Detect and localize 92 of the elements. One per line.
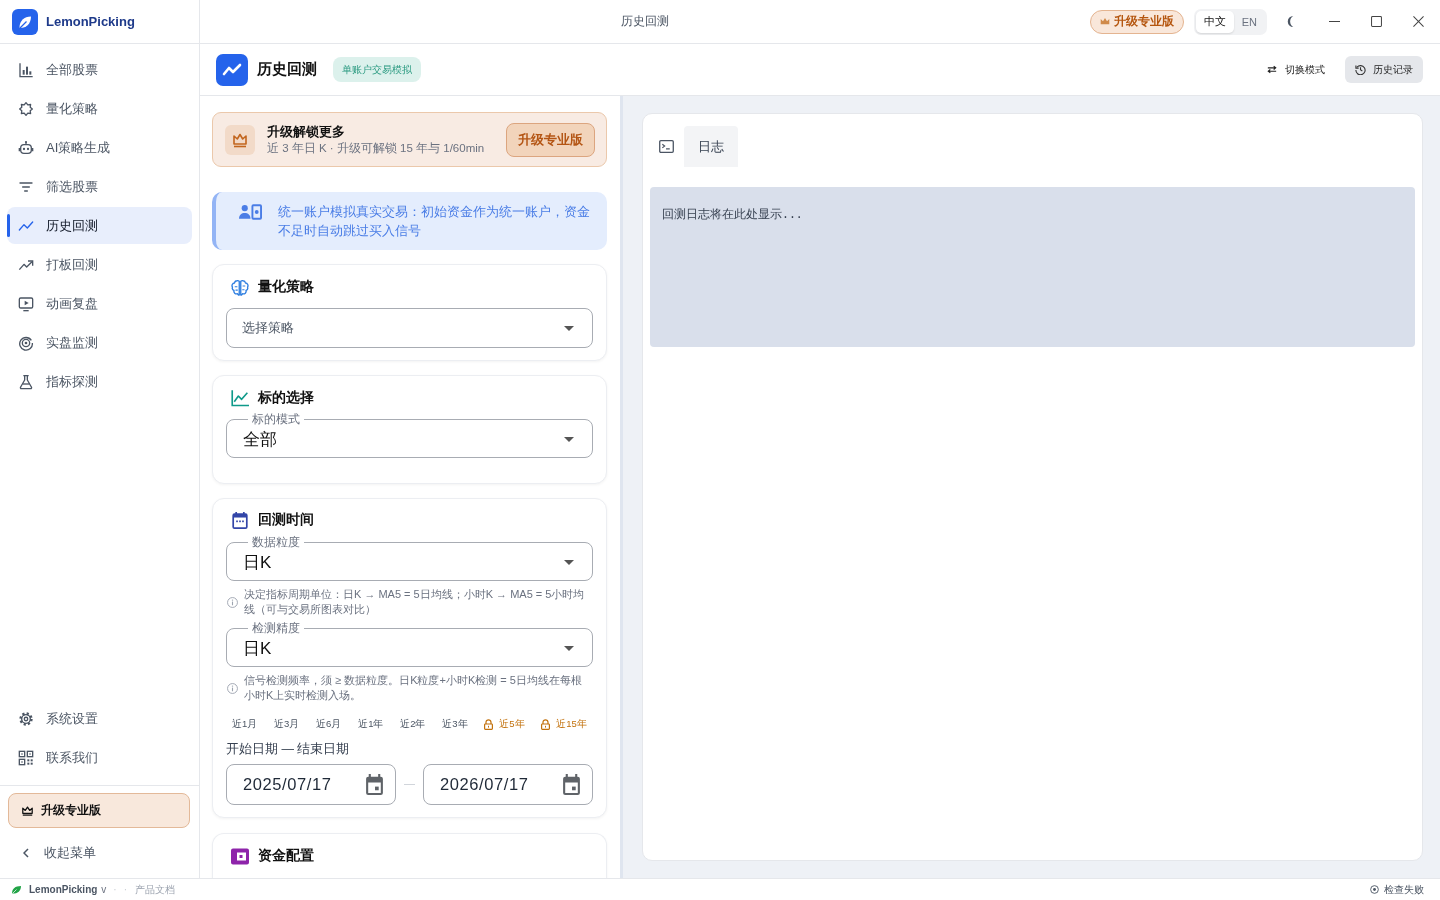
range-chip[interactable]: 近15年 [535, 716, 593, 732]
card-title: 资金配置 [258, 847, 314, 865]
mode-badge: 单账户交易模拟 [333, 57, 421, 82]
range-chip[interactable]: 近1月 [226, 716, 264, 732]
caret-icon [564, 646, 574, 651]
nav-item[interactable]: 筛选股票 [7, 168, 192, 205]
qr-code-icon [18, 749, 34, 766]
lock-icon [541, 718, 551, 730]
target-icon [18, 334, 34, 351]
leaf-icon [12, 8, 38, 35]
field-label: 检测精度 [251, 621, 301, 635]
card-title: 回测时间 [258, 511, 314, 529]
play-screen-icon [18, 295, 34, 312]
range-chip[interactable]: 近6月 [310, 716, 348, 732]
star-badge-icon [18, 100, 34, 117]
crown-icon [1099, 17, 1110, 26]
switch-mode-button[interactable]: 切换模式 [1267, 62, 1325, 77]
swap-icon [1267, 65, 1277, 74]
card-title: 量化策略 [258, 278, 314, 296]
nav-item[interactable]: 打板回测 [7, 246, 192, 283]
chevron-left-icon [23, 847, 29, 858]
date-range-label: 开始日期 — 结束日期 [226, 742, 351, 756]
nav-item[interactable]: 量化策略 [7, 90, 192, 127]
robot-icon [18, 139, 34, 156]
info-icon [227, 682, 238, 694]
separator-dot: · [123, 884, 128, 895]
range-chip[interactable]: 近5年 [478, 716, 531, 732]
field-label: 数据粒度 [251, 535, 301, 549]
language-option[interactable]: 中文 [1195, 10, 1234, 33]
terminal-icon [659, 140, 674, 153]
calendar-icon [231, 511, 249, 529]
upgrade-title: 升级解锁更多 [267, 123, 345, 140]
target-mode-select[interactable]: 标的模式 全部 [226, 412, 593, 458]
range-chip[interactable]: 近3年 [436, 716, 474, 732]
contact-card-icon [239, 204, 262, 220]
nav-item[interactable]: 联系我们 [7, 739, 192, 776]
history-icon [1355, 64, 1366, 75]
period-select[interactable]: 检测精度 日K [226, 621, 593, 667]
app-name: LemonPicking [29, 884, 98, 895]
caret-icon [564, 325, 574, 331]
start-date-field[interactable]: 2025/07/17 [226, 764, 396, 805]
info-icon [227, 596, 238, 608]
lock-icon [484, 718, 494, 730]
calendar-icon [365, 774, 384, 795]
brand-name: LemonPicking [46, 14, 135, 29]
flask-icon [18, 373, 34, 390]
range-chip[interactable]: 近2年 [394, 716, 432, 732]
leaf-icon [11, 885, 22, 894]
separator-dot: · [113, 884, 117, 895]
hint-text: 决定指标周期单位：日K → MA5 = 5日均线；小时K → MA5 = 5小时均线（可与交易所图表对比） [244, 587, 586, 617]
wallet-icon [231, 847, 249, 865]
brain-icon [231, 278, 249, 296]
window-title: 历史回测 [620, 13, 669, 30]
upgrade-subtitle: 近 3 年日 K · 升级可解锁 15 年与 1/60min [267, 141, 485, 156]
caret-icon [564, 560, 574, 565]
language-option[interactable]: EN [1233, 10, 1265, 33]
upgrade-button[interactable]: 升级专业版 [506, 122, 595, 157]
hint-text: 信号检测频率，须 ≥ 数据粒度。日K粒度+小时K检测 = 5日均线在每根小时K上实时检测入场。 [244, 673, 583, 703]
history-button[interactable]: 历史记录 [1345, 56, 1423, 83]
collapse-button[interactable]: 收起菜单 [7, 834, 192, 871]
log-tab[interactable]: 日志 [684, 126, 738, 167]
field-label: 标的模式 [251, 412, 301, 426]
end-date-field[interactable]: 2026/07/17 [423, 764, 593, 805]
upgrade-button[interactable]: 升级专业版 [8, 793, 190, 828]
upgrade-button[interactable]: 升级专业版 [1089, 9, 1184, 34]
nav-item[interactable]: 动画复盘 [7, 285, 192, 322]
crown-icon [22, 805, 33, 816]
nav-item[interactable]: 实盘监测 [7, 324, 192, 361]
settings-icon [18, 710, 34, 727]
notice-text: 统一账户模拟真实交易：初始资金作为统一账户，资金不足时自动跳过买入信号 [278, 203, 591, 240]
circle-dot-icon [1370, 885, 1379, 894]
nav-item[interactable]: 系统设置 [7, 700, 192, 737]
range-chip[interactable]: 近1年 [352, 716, 390, 732]
nav-item[interactable]: 全部股票 [7, 51, 192, 88]
crown-icon [225, 124, 255, 155]
nav-item[interactable]: AI策略生成 [7, 129, 192, 166]
log-output-field: 回测日志将在此处显示... [650, 187, 1415, 347]
range-chip[interactable]: 近3月 [268, 716, 306, 732]
card-title: 标的选择 [258, 389, 314, 407]
caret-icon [564, 437, 574, 442]
page-title: 历史回测 [257, 60, 317, 79]
bar-chart-icon [18, 61, 34, 78]
close-icon [1412, 16, 1424, 27]
maximize-icon [1370, 16, 1382, 27]
period-select[interactable]: 数据粒度 日K [226, 535, 593, 581]
calendar-icon [562, 774, 581, 795]
version-text: v [101, 884, 107, 895]
nav-item[interactable]: 历史回测 [7, 207, 192, 244]
strategy-select[interactable]: 选择策略 [226, 308, 593, 348]
status-text[interactable]: 检查失败 [1384, 882, 1424, 897]
nav-item[interactable]: 指标探测 [7, 363, 192, 400]
line-chart-icon [231, 389, 249, 407]
